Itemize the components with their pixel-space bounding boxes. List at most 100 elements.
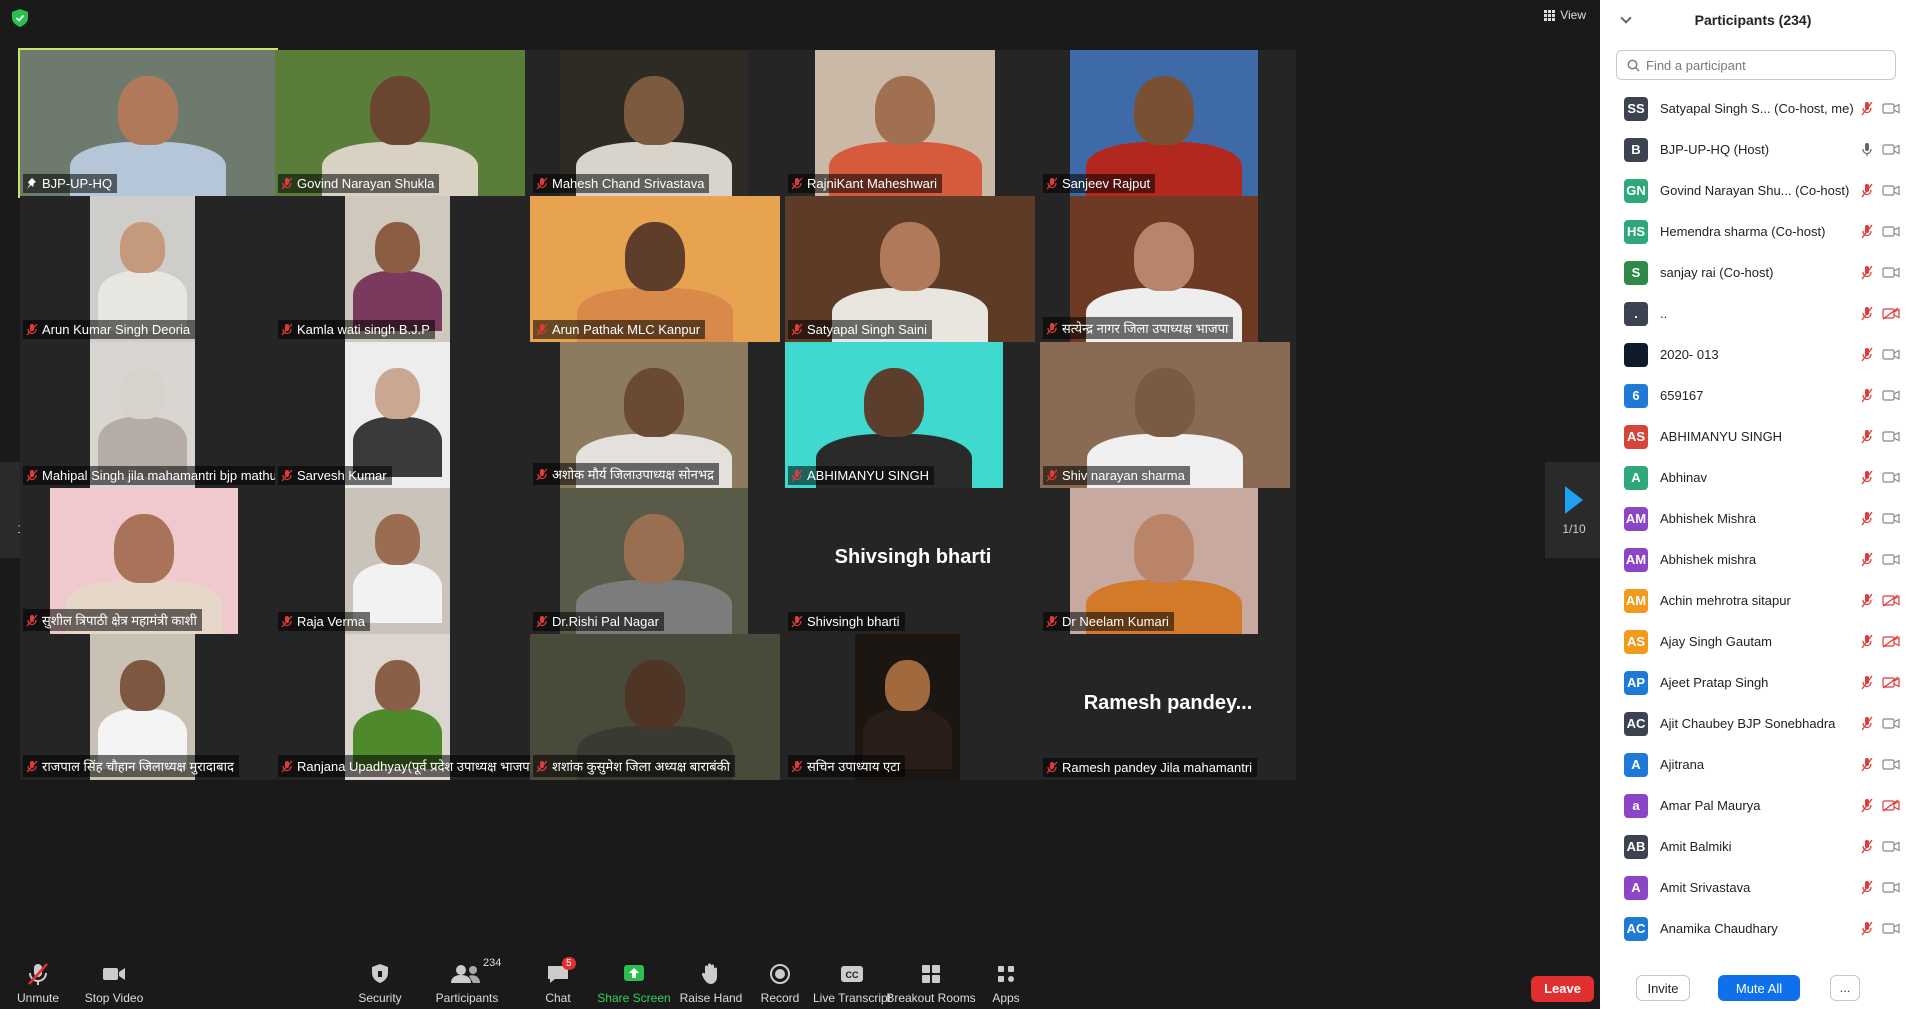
video-camera-off-icon[interactable] <box>1882 635 1900 648</box>
participant-row[interactable]: AS Ajay Singh Gautam <box>1600 621 1906 662</box>
video-tile[interactable]: ABHIMANYU SINGH <box>785 342 1041 488</box>
video-tile[interactable]: Mahesh Chand Srivastava <box>530 50 786 196</box>
participant-row[interactable]: AM Abhishek mishra <box>1600 539 1906 580</box>
microphone-muted-icon[interactable] <box>1860 388 1874 403</box>
microphone-icon[interactable] <box>1860 142 1874 157</box>
video-tile[interactable]: सत्येन्द्र नागर जिला उपाध्यक्ष भाजपा <box>1040 196 1296 342</box>
microphone-muted-icon[interactable] <box>1860 101 1874 116</box>
video-camera-icon[interactable] <box>1882 758 1900 771</box>
microphone-muted-icon[interactable] <box>1860 552 1874 567</box>
video-camera-icon[interactable] <box>1882 102 1900 115</box>
participant-row[interactable]: A Abhinav <box>1600 457 1906 498</box>
more-options-button[interactable]: ... <box>1830 975 1860 1001</box>
video-tile[interactable]: अशोक मौर्य जिलाउपाध्यक्ष सोनभद्र <box>530 342 786 488</box>
microphone-muted-icon[interactable] <box>1860 634 1874 649</box>
video-camera-icon[interactable] <box>1882 840 1900 853</box>
stop-video-button[interactable]: Stop Video <box>64 955 164 1009</box>
participant-row[interactable]: B BJP-UP-HQ (Host) <box>1600 129 1906 170</box>
microphone-muted-icon[interactable] <box>1860 798 1874 813</box>
participants-button[interactable]: 234 Participants <box>417 955 517 1009</box>
video-camera-icon[interactable] <box>1882 389 1900 402</box>
video-tile[interactable]: शशांक कुसुमेश जिला अध्यक्ष बाराबंकी <box>530 634 786 780</box>
participant-row[interactable]: 6 659167 <box>1600 375 1906 416</box>
participant-row[interactable]: AB Amit Balmiki <box>1600 826 1906 867</box>
apps-button[interactable]: Apps <box>956 955 1056 1009</box>
video-tile[interactable]: Sarvesh Kumar <box>275 342 531 488</box>
participant-row[interactable]: AC Anamika Chaudhary <box>1600 908 1906 949</box>
video-tile[interactable]: Dr.Rishi Pal Nagar <box>530 488 786 634</box>
video-tile[interactable]: Ramesh pandey... Ramesh pandey Jila maham… <box>1040 634 1296 780</box>
video-camera-icon[interactable] <box>1882 430 1900 443</box>
microphone-muted-icon[interactable] <box>1860 429 1874 444</box>
video-camera-off-icon[interactable] <box>1882 307 1900 320</box>
participant-row[interactable]: AC Ajit Chaubey BJP Sonebhadra <box>1600 703 1906 744</box>
microphone-muted-icon[interactable] <box>1860 224 1874 239</box>
video-tile[interactable]: Arun Pathak MLC Kanpur <box>530 196 786 342</box>
participant-row[interactable]: 2020- 013 <box>1600 334 1906 375</box>
microphone-muted-icon[interactable] <box>1860 593 1874 608</box>
video-tile[interactable]: Dr Neelam Kumari <box>1040 488 1296 634</box>
participant-row[interactable]: SS Satyapal Singh S... (Co-host, me) <box>1600 88 1906 129</box>
video-camera-off-icon[interactable] <box>1882 676 1900 689</box>
microphone-muted-icon[interactable] <box>1860 511 1874 526</box>
microphone-muted-icon[interactable] <box>1860 265 1874 280</box>
video-camera-icon[interactable] <box>1882 143 1900 156</box>
microphone-muted-icon[interactable] <box>1860 183 1874 198</box>
microphone-muted-icon[interactable] <box>1860 675 1874 690</box>
video-camera-icon[interactable] <box>1882 266 1900 279</box>
video-tile[interactable]: सचिन उपाध्याय एटा <box>785 634 1041 780</box>
microphone-muted-icon[interactable] <box>1860 306 1874 321</box>
video-tile[interactable]: Shivsingh bharti Shivsingh bharti <box>785 488 1041 634</box>
video-camera-icon[interactable] <box>1882 471 1900 484</box>
invite-button[interactable]: Invite <box>1636 975 1690 1001</box>
video-tile[interactable]: Kamla wati singh B.J.P <box>275 196 531 342</box>
mute-all-button[interactable]: Mute All <box>1718 975 1800 1001</box>
video-camera-icon[interactable] <box>1882 553 1900 566</box>
microphone-muted-icon[interactable] <box>1860 839 1874 854</box>
participant-row[interactable]: HS Hemendra sharma (Co-host) <box>1600 211 1906 252</box>
microphone-muted-icon[interactable] <box>1860 716 1874 731</box>
participant-row[interactable]: a Amar Pal Maurya <box>1600 785 1906 826</box>
security-shield-icon[interactable] <box>12 9 28 27</box>
video-camera-icon[interactable] <box>1882 717 1900 730</box>
video-tile[interactable]: Raja Verma <box>275 488 531 634</box>
video-camera-off-icon[interactable] <box>1882 799 1900 812</box>
microphone-muted-icon[interactable] <box>1860 880 1874 895</box>
video-tile[interactable]: Sanjeev Rajput <box>1040 50 1296 196</box>
video-tile[interactable]: राजपाल सिंह चौहान जिलाध्यक्ष मुरादाबाद <box>20 634 276 780</box>
video-camera-icon[interactable] <box>1882 184 1900 197</box>
microphone-muted-icon[interactable] <box>1860 347 1874 362</box>
security-button[interactable]: Security <box>330 955 430 1009</box>
participant-row[interactable]: ... <box>1600 293 1906 334</box>
leave-button[interactable]: Leave <box>1531 976 1594 1002</box>
microphone-muted-icon[interactable] <box>1860 470 1874 485</box>
participant-row[interactable]: AM Achin mehrotra sitapur <box>1600 580 1906 621</box>
avatar: AC <box>1624 916 1648 941</box>
video-tile[interactable]: Govind Narayan Shukla <box>275 50 531 196</box>
video-tile[interactable]: Mahipal Singh jila mahamantri bjp mathur… <box>20 342 276 488</box>
video-tile[interactable]: सुशील त्रिपाठी क्षेत्र महामंत्री काशी <box>20 488 276 634</box>
video-tile[interactable]: Arun Kumar Singh Deoria <box>20 196 276 342</box>
video-tile[interactable]: Satyapal Singh Saini <box>785 196 1041 342</box>
microphone-muted-icon[interactable] <box>1860 757 1874 772</box>
video-camera-icon[interactable] <box>1882 512 1900 525</box>
participant-row[interactable]: A Amit Srivastava <box>1600 867 1906 908</box>
video-camera-icon[interactable] <box>1882 225 1900 238</box>
participant-row[interactable]: AS ABHIMANYU SINGH <box>1600 416 1906 457</box>
video-tile[interactable]: BJP-UP-HQ <box>18 48 278 198</box>
video-camera-icon[interactable] <box>1882 881 1900 894</box>
video-camera-icon[interactable] <box>1882 348 1900 361</box>
participant-search-input[interactable] <box>1646 57 1886 73</box>
video-tile[interactable]: Ranjana Upadhyay(पूर्व प्रदेश उपाध्यक्ष … <box>275 634 531 780</box>
participant-row[interactable]: GN Govind Narayan Shu... (Co-host) <box>1600 170 1906 211</box>
participant-row[interactable]: AM Abhishek Mishra <box>1600 498 1906 539</box>
participant-row[interactable]: AP Ajeet Pratap Singh <box>1600 662 1906 703</box>
video-tile[interactable]: Shiv narayan sharma <box>1040 342 1296 488</box>
participant-row[interactable]: Ssanjay rai (Co-host) <box>1600 252 1906 293</box>
participant-row[interactable]: A Ajitrana <box>1600 744 1906 785</box>
microphone-muted-icon[interactable] <box>1860 921 1874 936</box>
video-camera-icon[interactable] <box>1882 922 1900 935</box>
video-tile[interactable]: RajniKant Maheshwari <box>785 50 1041 196</box>
view-button[interactable]: View <box>1544 8 1586 22</box>
video-camera-off-icon[interactable] <box>1882 594 1900 607</box>
